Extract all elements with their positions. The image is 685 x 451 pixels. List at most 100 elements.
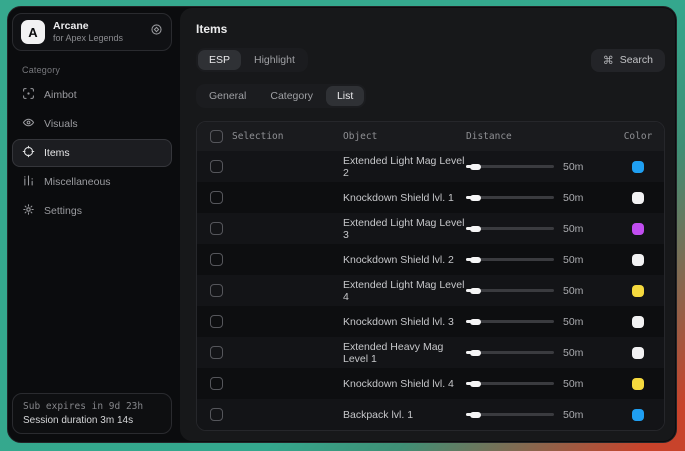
items-table: Selection Object Distance Color Extended…: [196, 121, 665, 431]
column-object: Object: [343, 131, 466, 142]
distance-value: 50m: [563, 254, 591, 266]
app-header: A Arcane for Apex Legends: [12, 13, 172, 51]
distance-value: 50m: [563, 378, 591, 390]
sidebar-nav: Aimbot Visuals Items: [12, 81, 172, 225]
sidebar-item-label: Visuals: [44, 118, 78, 130]
table-row[interactable]: Knockdown Shield lvl. 1 50m: [197, 182, 664, 213]
app-logo: A: [21, 20, 45, 44]
table-row[interactable]: Backpack lvl. 1 50m: [197, 399, 664, 430]
color-swatch[interactable]: [632, 316, 644, 328]
sidebar-item-miscellaneous[interactable]: Miscellaneous: [12, 168, 172, 196]
object-name: Knockdown Shield lvl. 3: [343, 316, 466, 328]
object-name: Extended Light Mag Level 4: [343, 279, 466, 303]
distance-slider[interactable]: [466, 255, 554, 265]
color-swatch[interactable]: [632, 192, 644, 204]
distance-value: 50m: [563, 192, 591, 204]
distance-slider[interactable]: [466, 379, 554, 389]
distance-value: 50m: [563, 161, 591, 173]
sidebar-item-label: Miscellaneous: [44, 176, 111, 188]
app-subtitle: for Apex Legends: [53, 33, 142, 44]
color-swatch[interactable]: [632, 378, 644, 390]
target-icon: [22, 145, 35, 161]
sidebar-item-label: Aimbot: [44, 89, 77, 101]
page-title: Items: [196, 22, 665, 36]
sidebar-item-label: Settings: [44, 205, 82, 217]
object-name: Knockdown Shield lvl. 1: [343, 192, 466, 204]
search-button-label: Search: [620, 54, 653, 66]
sidebar-item-visuals[interactable]: Visuals: [12, 110, 172, 138]
color-swatch[interactable]: [632, 285, 644, 297]
distance-value: 50m: [563, 409, 591, 421]
table-row[interactable]: Extended Light Mag Level 4 50m: [197, 275, 664, 306]
object-name: Knockdown Shield lvl. 4: [343, 378, 466, 390]
column-distance: Distance: [466, 131, 612, 142]
object-name: Backpack lvl. 1: [343, 409, 466, 421]
object-name: Extended Heavy Mag Level 1: [343, 341, 466, 365]
color-swatch[interactable]: [632, 409, 644, 421]
distance-slider[interactable]: [466, 224, 554, 234]
object-name: Extended Light Mag Level 3: [343, 217, 466, 241]
column-selection: Selection: [232, 131, 283, 142]
select-all-checkbox[interactable]: [210, 130, 223, 143]
distance-value: 50m: [563, 347, 591, 359]
object-name: Knockdown Shield lvl. 2: [343, 254, 466, 266]
row-checkbox[interactable]: [210, 408, 223, 421]
sidebar-item-items[interactable]: Items: [12, 139, 172, 167]
search-button[interactable]: ⌘ Search: [591, 49, 665, 72]
gear-icon: [22, 203, 35, 219]
column-color: Color: [612, 131, 664, 142]
distance-value: 50m: [563, 316, 591, 328]
row-checkbox[interactable]: [210, 222, 223, 235]
row-checkbox[interactable]: [210, 377, 223, 390]
distance-value: 50m: [563, 223, 591, 235]
distance-slider[interactable]: [466, 193, 554, 203]
session-info-panel: Sub expires in 9d 23h Session duration 3…: [12, 393, 172, 434]
distance-slider[interactable]: [466, 162, 554, 172]
color-swatch[interactable]: [632, 161, 644, 173]
tab-general[interactable]: General: [198, 86, 257, 106]
view-tab-group: General Category List: [196, 84, 366, 108]
row-checkbox[interactable]: [210, 191, 223, 204]
table-row[interactable]: Knockdown Shield lvl. 3 50m: [197, 306, 664, 337]
table-row[interactable]: Extended Heavy Mag Level 1 50m: [197, 337, 664, 368]
object-name: Extended Light Mag Level 2: [343, 155, 466, 179]
mode-tab-group: ESP Highlight: [196, 48, 308, 72]
sub-expires-text: Sub expires in 9d 23h: [23, 401, 161, 412]
row-checkbox[interactable]: [210, 253, 223, 266]
table-row[interactable]: Knockdown Shield lvl. 2 50m: [197, 244, 664, 275]
sidebar: A Arcane for Apex Legends Category: [8, 7, 174, 442]
distance-slider[interactable]: [466, 286, 554, 296]
app-name: Arcane: [53, 20, 142, 33]
main-panel: Items ESP Highlight ⌘ Search General Cat…: [180, 8, 675, 441]
distance-slider[interactable]: [466, 317, 554, 327]
table-header: Selection Object Distance Color: [197, 122, 664, 151]
distance-value: 50m: [563, 285, 591, 297]
table-row[interactable]: Extended Light Mag Level 2 50m: [197, 151, 664, 182]
category-label: Category: [22, 65, 174, 75]
sidebar-item-aimbot[interactable]: Aimbot: [12, 81, 172, 109]
columns-icon: [22, 174, 35, 190]
color-swatch[interactable]: [632, 254, 644, 266]
crosshair-icon: [22, 87, 35, 103]
row-checkbox[interactable]: [210, 284, 223, 297]
tab-esp[interactable]: ESP: [198, 50, 241, 70]
color-swatch[interactable]: [632, 347, 644, 359]
row-checkbox[interactable]: [210, 160, 223, 173]
sidebar-item-label: Items: [44, 147, 70, 159]
row-checkbox[interactable]: [210, 315, 223, 328]
table-row[interactable]: Extended Light Mag Level 3 50m: [197, 213, 664, 244]
sidebar-item-settings[interactable]: Settings: [12, 197, 172, 225]
distance-slider[interactable]: [466, 348, 554, 358]
eye-icon: [22, 116, 35, 132]
tab-category[interactable]: Category: [259, 86, 324, 106]
color-swatch[interactable]: [632, 223, 644, 235]
tab-highlight[interactable]: Highlight: [243, 50, 306, 70]
app-window: A Arcane for Apex Legends Category: [7, 6, 677, 443]
tab-list[interactable]: List: [326, 86, 364, 106]
row-checkbox[interactable]: [210, 346, 223, 359]
app-badge-icon[interactable]: [150, 23, 163, 41]
session-duration-text: Session duration 3m 14s: [23, 415, 161, 426]
table-row[interactable]: Knockdown Shield lvl. 4 50m: [197, 368, 664, 399]
command-icon: ⌘: [603, 54, 614, 67]
distance-slider[interactable]: [466, 410, 554, 420]
